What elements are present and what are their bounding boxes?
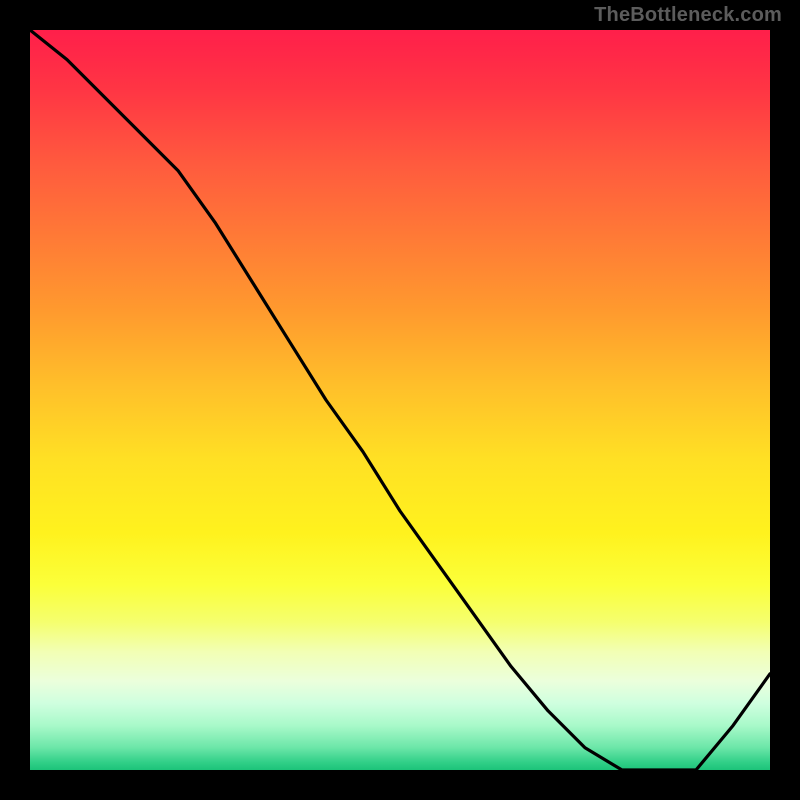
chart-root: TheBottleneck.com bbox=[0, 0, 800, 800]
curve-path bbox=[30, 30, 770, 770]
attribution-label: TheBottleneck.com bbox=[594, 4, 782, 27]
bottleneck-curve bbox=[30, 30, 770, 770]
plot-area bbox=[30, 30, 770, 770]
